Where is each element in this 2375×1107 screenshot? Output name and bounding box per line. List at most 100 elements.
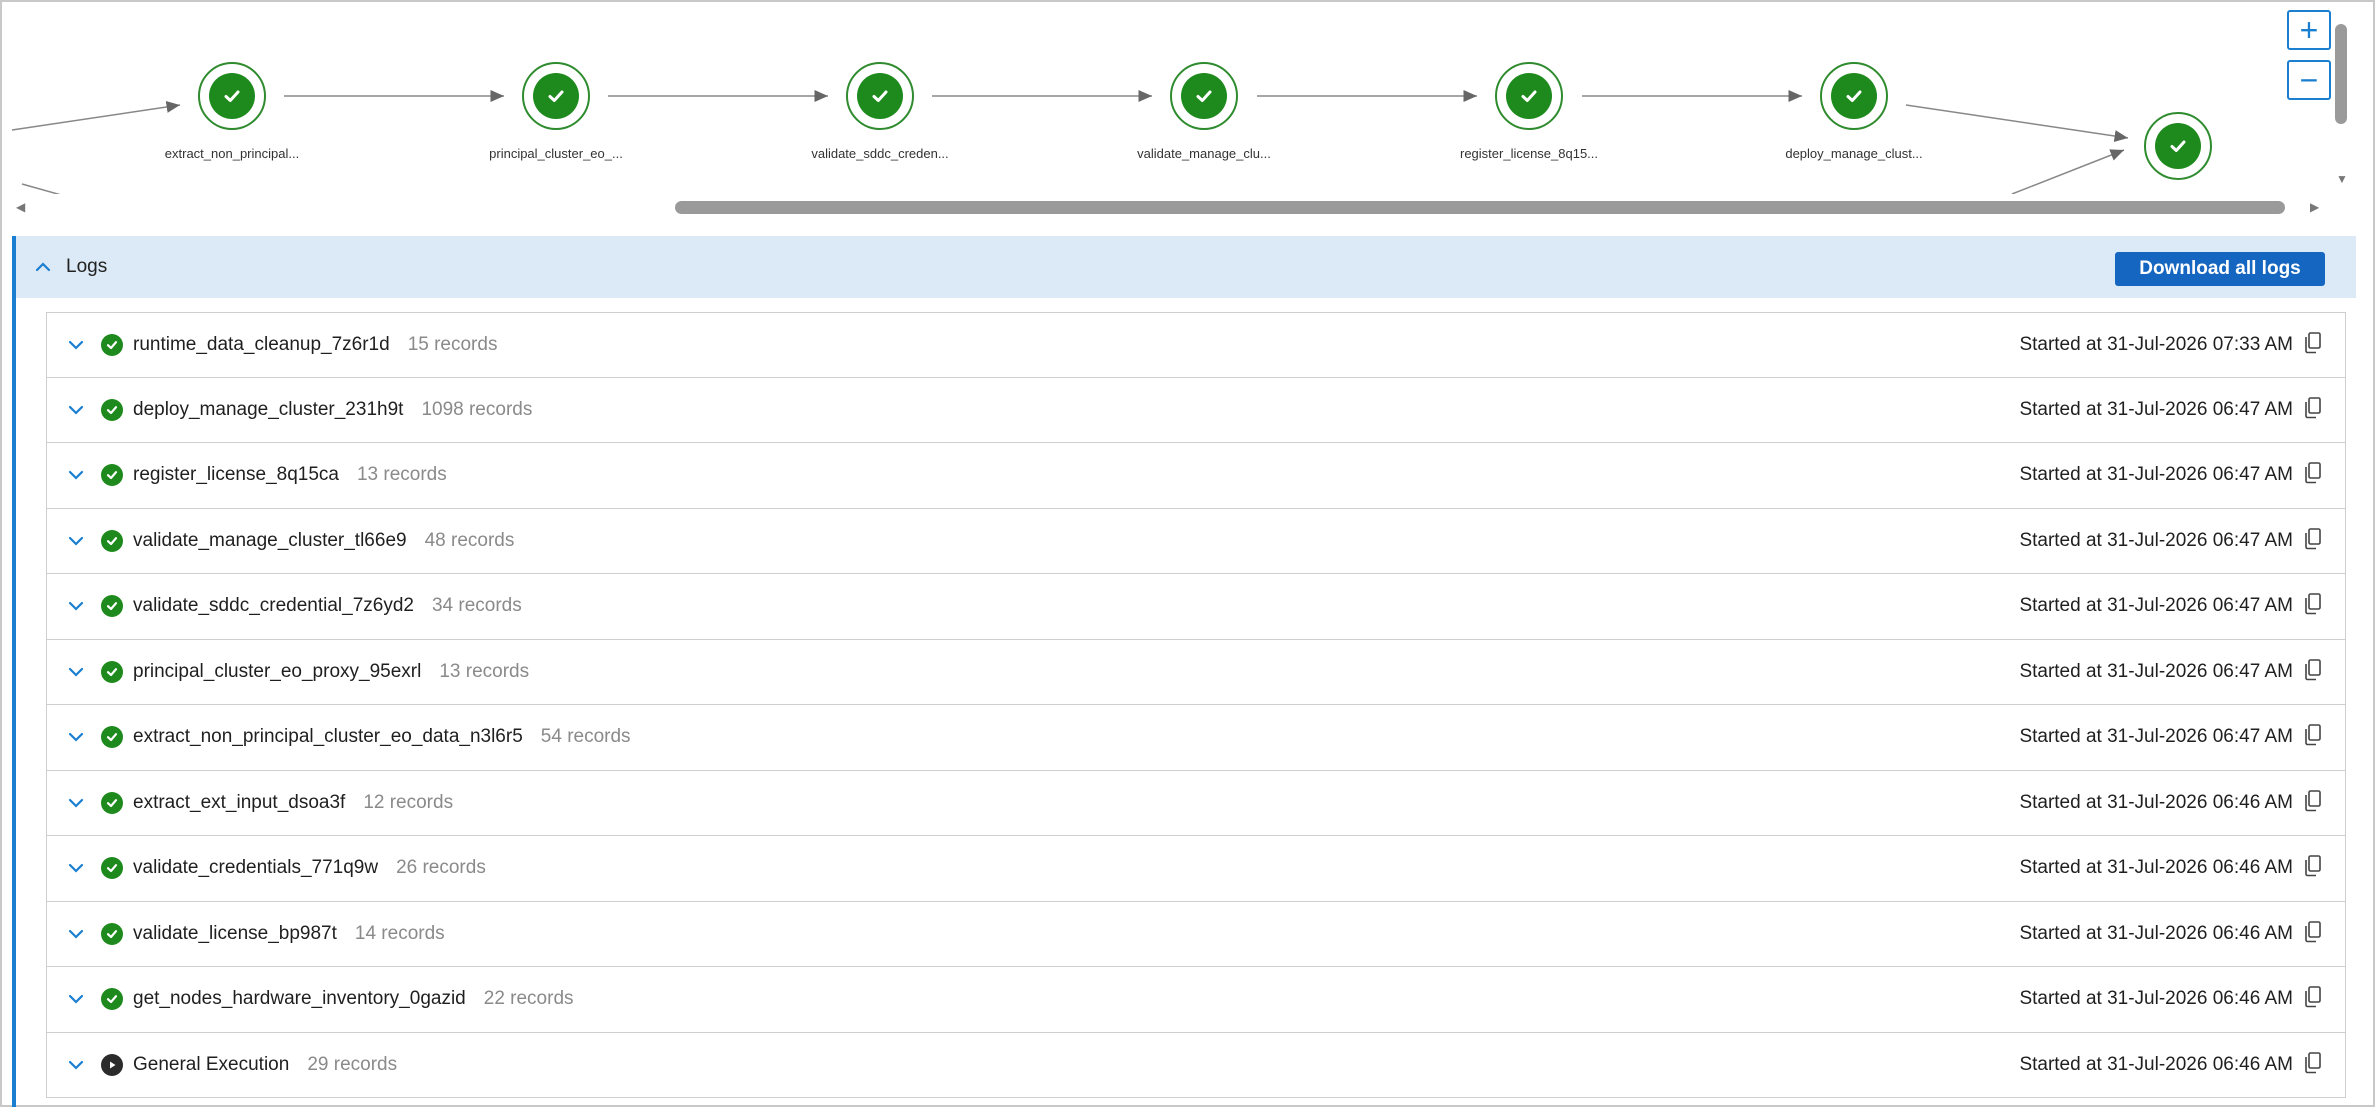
workflow-graph[interactable]: extract_non_principal... principal_clust… [2, 2, 2332, 194]
log-row[interactable]: validate_license_bp987t 14 records Start… [46, 901, 2346, 967]
zoom-out-button[interactable]: − [2287, 60, 2331, 100]
log-row[interactable]: validate_manage_cluster_tl66e9 48 record… [46, 508, 2346, 574]
chevron-down-icon[interactable] [67, 797, 89, 809]
copy-icon[interactable] [2303, 527, 2323, 551]
graph-node[interactable]: extract_non_principal... [132, 62, 332, 161]
record-count: 15 records [407, 333, 498, 355]
success-status-icon [101, 726, 123, 749]
zoom-in-button[interactable]: + [2287, 10, 2331, 50]
download-all-logs-button[interactable]: Download all logs [2115, 252, 2325, 286]
success-status-icon [101, 398, 123, 421]
chevron-down-icon[interactable] [67, 993, 89, 1005]
log-name: validate_credentials_771q9w [133, 857, 379, 879]
log-name: extract_ext_input_dsoa3f [133, 791, 346, 813]
record-count: 34 records [431, 595, 522, 617]
chevron-down-icon[interactable] [67, 862, 89, 874]
success-status-icon [101, 922, 123, 945]
node-label: deploy_manage_clust... [1785, 146, 1923, 161]
log-row[interactable]: extract_non_principal_cluster_eo_data_n3… [46, 705, 2346, 771]
copy-icon[interactable] [2303, 723, 2323, 747]
started-at: Started at 31-Jul-2026 06:46 AM [2019, 988, 2293, 1010]
graph-node[interactable]: validate_sddc_creden... [780, 62, 980, 161]
node-circle [846, 62, 914, 130]
copy-icon[interactable] [2303, 658, 2323, 682]
check-icon [2170, 140, 2186, 152]
copy-icon[interactable] [2303, 789, 2323, 813]
log-row[interactable]: deploy_manage_cluster_231h9t 1098 record… [46, 377, 2346, 443]
chevron-down-icon[interactable] [67, 339, 89, 351]
node-circle [2144, 112, 2212, 180]
success-status-icon [101, 857, 123, 880]
started-at: Started at 31-Jul-2026 07:33 AM [2019, 333, 2293, 355]
graph-node[interactable] [2078, 112, 2278, 194]
record-count: 13 records [356, 464, 447, 486]
copy-icon[interactable] [2303, 920, 2323, 944]
chevron-down-icon[interactable] [67, 666, 89, 678]
log-row[interactable]: register_license_8q15ca 13 records Start… [46, 443, 2346, 509]
log-name: runtime_data_cleanup_7z6r1d [133, 333, 390, 355]
check-icon [1196, 90, 1212, 102]
node-circle [198, 62, 266, 130]
log-name: extract_non_principal_cluster_eo_data_n3… [133, 726, 523, 748]
log-row[interactable]: principal_cluster_eo_proxy_95exrl 13 rec… [46, 639, 2346, 705]
chevron-down-icon[interactable] [67, 469, 89, 481]
record-count: 13 records [439, 660, 530, 682]
chevron-down-icon[interactable] [67, 731, 89, 743]
node-label: validate_manage_clu... [1137, 146, 1271, 161]
logs-title: Logs [66, 256, 108, 277]
check-icon [548, 90, 564, 102]
copy-icon[interactable] [2303, 985, 2323, 1009]
log-row[interactable]: validate_credentials_771q9w 26 records S… [46, 836, 2346, 902]
graph-node[interactable]: principal_cluster_eo_... [456, 62, 656, 161]
log-name: validate_manage_cluster_tl66e9 [133, 529, 407, 551]
log-name: General Execution [133, 1053, 290, 1075]
record-count: 22 records [483, 988, 574, 1010]
chevron-down-icon[interactable] [67, 404, 89, 416]
record-count: 54 records [540, 726, 631, 748]
log-name: principal_cluster_eo_proxy_95exrl [133, 660, 422, 682]
started-at: Started at 31-Jul-2026 06:46 AM [2019, 791, 2293, 813]
log-row[interactable]: runtime_data_cleanup_7z6r1d 15 records S… [46, 312, 2346, 378]
started-at: Started at 31-Jul-2026 06:47 AM [2019, 464, 2293, 486]
record-count: 12 records [363, 791, 454, 813]
started-at: Started at 31-Jul-2026 06:47 AM [2019, 398, 2293, 420]
log-row[interactable]: validate_sddc_credential_7z6yd2 34 recor… [46, 574, 2346, 640]
scroll-left-arrow-icon[interactable]: ◀ [16, 200, 25, 214]
copy-icon[interactable] [2303, 1051, 2323, 1075]
log-row[interactable]: get_nodes_hardware_inventory_0gazid 22 r… [46, 967, 2346, 1033]
play-status-icon [101, 1053, 123, 1076]
graph-node[interactable]: register_license_8q15... [1429, 62, 1629, 161]
horizontal-scroll-thumb[interactable] [675, 201, 2285, 214]
node-label: extract_non_principal... [164, 146, 300, 161]
log-row[interactable]: General Execution 29 records Started at … [46, 1032, 2346, 1098]
logs-header[interactable]: Logs Download all logs [16, 236, 2356, 298]
node-label: register_license_8q15... [1459, 146, 1599, 161]
node-circle [522, 62, 590, 130]
copy-icon[interactable] [2303, 396, 2323, 420]
graph-node[interactable]: validate_manage_clu... [1104, 62, 1304, 161]
chevron-down-icon[interactable] [67, 535, 89, 547]
success-status-icon [101, 595, 123, 618]
chevron-down-icon[interactable] [67, 600, 89, 612]
scroll-right-arrow-icon[interactable]: ▶ [2310, 200, 2319, 214]
log-name: validate_sddc_credential_7z6yd2 [133, 595, 414, 617]
chevron-down-icon[interactable] [67, 1059, 89, 1071]
success-status-icon [101, 791, 123, 814]
chevron-up-icon[interactable] [34, 261, 54, 273]
copy-icon[interactable] [2303, 461, 2323, 485]
chevron-down-icon[interactable] [67, 928, 89, 940]
log-name: get_nodes_hardware_inventory_0gazid [133, 988, 466, 1010]
started-at: Started at 31-Jul-2026 06:46 AM [2019, 857, 2293, 879]
record-count: 14 records [354, 922, 445, 944]
log-name: validate_license_bp987t [133, 922, 337, 944]
copy-icon[interactable] [2303, 331, 2323, 355]
success-status-icon [101, 660, 123, 683]
copy-icon[interactable] [2303, 854, 2323, 878]
scroll-down-arrow-icon[interactable]: ▼ [2336, 172, 2348, 186]
log-row[interactable]: extract_ext_input_dsoa3f 12 records Star… [46, 770, 2346, 836]
success-status-icon [101, 988, 123, 1011]
check-icon [1846, 90, 1862, 102]
graph-node[interactable]: deploy_manage_clust... [1754, 62, 1954, 161]
copy-icon[interactable] [2303, 592, 2323, 616]
vertical-scroll-thumb[interactable] [2335, 24, 2347, 124]
